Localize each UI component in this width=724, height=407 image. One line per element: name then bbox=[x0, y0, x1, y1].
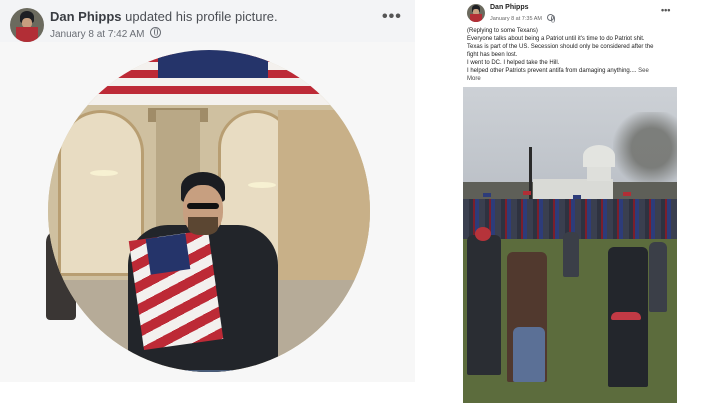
post-timestamp-row: January 8 at 7:35 AM bbox=[490, 14, 555, 23]
post-body-text: (Replying to some Texans) Everyone talks… bbox=[467, 27, 675, 83]
profile-picture-circle bbox=[48, 50, 370, 372]
post-line: I went to DC. I helped take the Hill. bbox=[467, 60, 560, 66]
author-name-link[interactable]: Dan Phipps bbox=[50, 9, 122, 24]
post-line: Everyone talks about being a Patriot unt… bbox=[467, 36, 645, 42]
globe-icon bbox=[150, 27, 162, 38]
post-action-text: updated his profile picture. bbox=[121, 9, 278, 24]
post-timestamp[interactable]: January 8 at 7:42 AM bbox=[50, 29, 145, 40]
flag-frame-overlay bbox=[48, 50, 370, 105]
post-timestamp[interactable]: January 8 at 7:35 AM bbox=[490, 16, 542, 22]
more-options-button[interactable]: ••• bbox=[382, 9, 402, 25]
profile-picture-image[interactable] bbox=[0, 42, 415, 407]
author-avatar[interactable] bbox=[10, 8, 44, 42]
profile-picture-post: Dan Phipps updated his profile picture. … bbox=[0, 0, 415, 407]
post-header: Dan Phipps updated his profile picture. … bbox=[0, 0, 415, 42]
author-name-link[interactable]: Dan Phipps bbox=[490, 4, 529, 11]
post-line: Texas is part of the US. Secession shoul… bbox=[467, 44, 654, 50]
comment-header: Dan Phipps January 8 at 7:35 AM ••• (Rep… bbox=[463, 0, 677, 86]
comment-post: Dan Phipps January 8 at 7:35 AM ••• (Rep… bbox=[463, 0, 677, 407]
post-line: fight has been lost. bbox=[467, 52, 518, 58]
post-line: (Replying to some Texans) bbox=[467, 28, 538, 34]
crowd-photo[interactable] bbox=[463, 87, 677, 403]
post-timestamp-row: January 8 at 7:42 AM bbox=[50, 27, 162, 40]
post-line: I helped other Patriots prevent antifa f… bbox=[467, 68, 649, 74]
more-options-button[interactable]: ••• bbox=[661, 6, 670, 15]
post-title: Dan Phipps updated his profile picture. bbox=[50, 9, 278, 24]
see-more-link[interactable]: More bbox=[467, 75, 675, 83]
see-more-link[interactable]: See bbox=[638, 68, 649, 74]
globe-icon bbox=[546, 14, 555, 23]
author-avatar[interactable] bbox=[467, 4, 485, 22]
